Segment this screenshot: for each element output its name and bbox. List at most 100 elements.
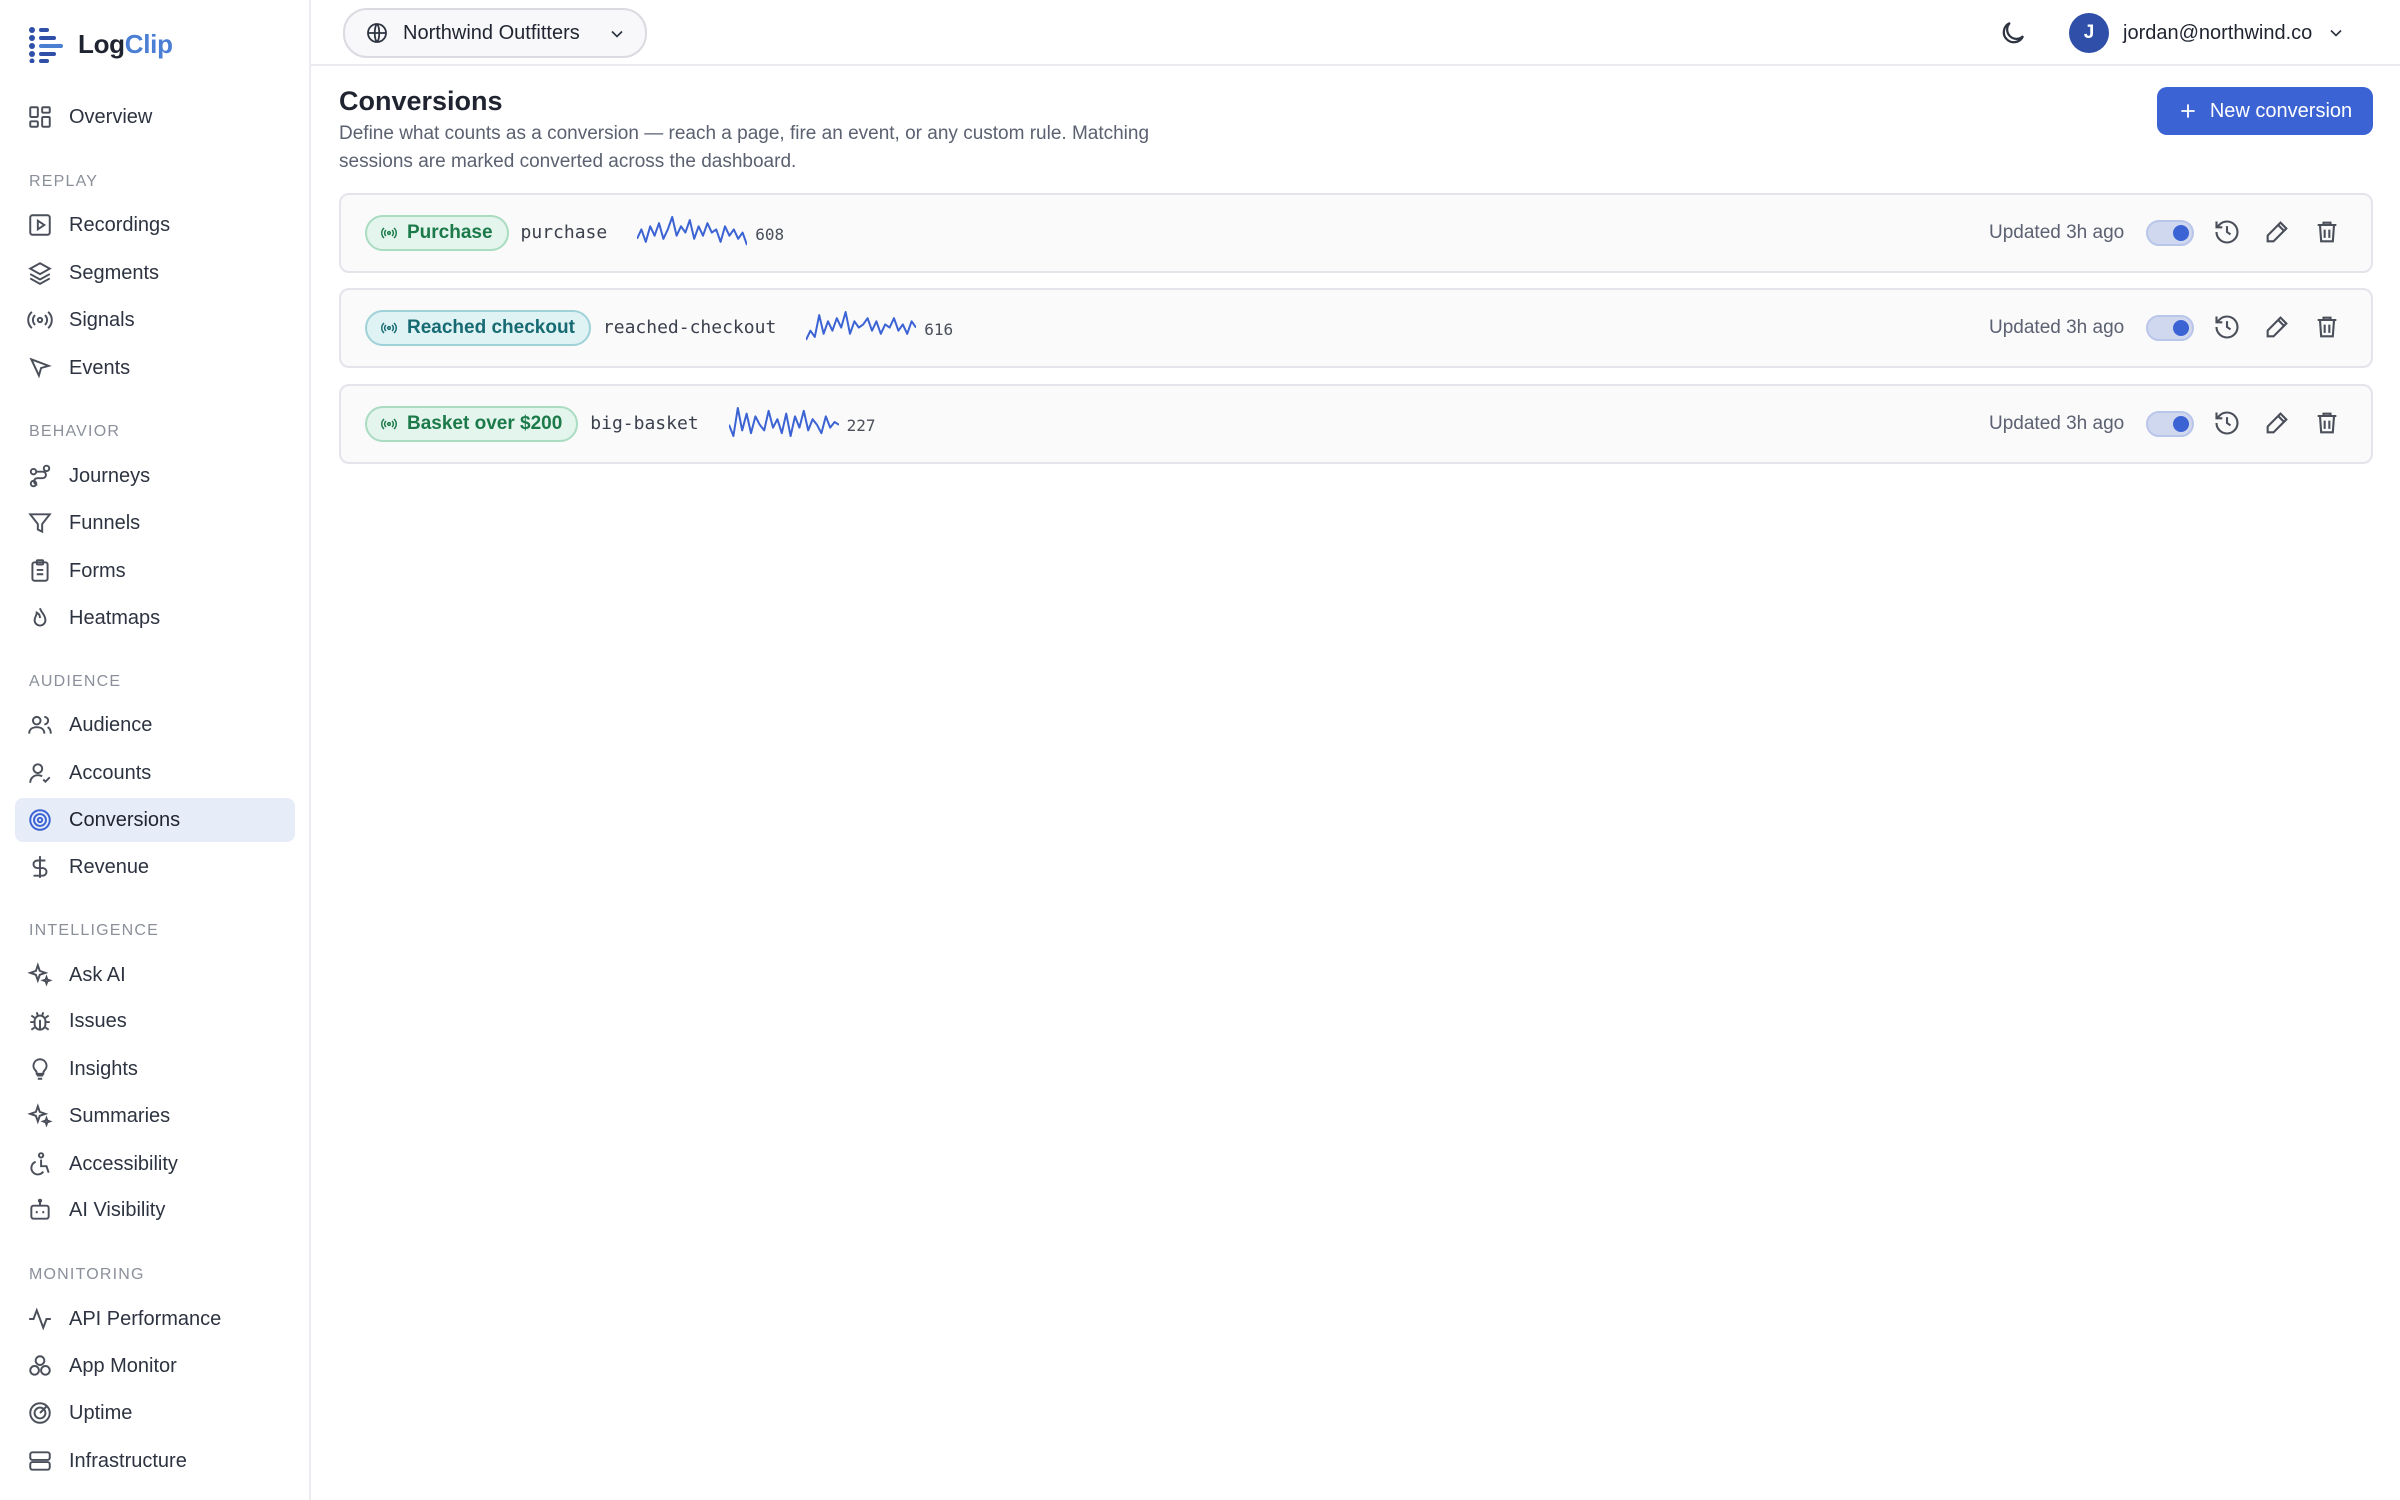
sidebar-item-events[interactable]: Events <box>15 346 295 390</box>
updated-timestamp: Updated 3h ago <box>1989 317 2125 338</box>
nav-section-audience: AUDIENCE <box>29 673 122 690</box>
trash-icon[interactable] <box>2313 409 2341 437</box>
pencil-icon[interactable] <box>2263 409 2291 437</box>
toggle-knob <box>2173 225 2189 241</box>
flame-icon <box>33 607 47 627</box>
cursor-click-icon <box>29 357 52 379</box>
sidebar-item-label: Issues <box>69 1009 127 1032</box>
sparkline-series <box>637 216 748 246</box>
sidebar-item-funnels[interactable]: Funnels <box>15 501 295 545</box>
sidebar-item-label: Infrastructure <box>69 1449 187 1472</box>
sidebar-item-infrastructure[interactable]: Infrastructure <box>15 1439 295 1483</box>
sidebar: LogClip Overview REPLAY Recordings Segme… <box>0 0 311 1500</box>
conversion-slug: reached-checkout <box>602 317 777 338</box>
nav-section-intelligence: INTELLIGENCE <box>29 922 159 939</box>
sidebar-item-label: Ask AI <box>69 963 126 986</box>
pencil-icon[interactable] <box>2263 313 2291 341</box>
accessibility-icon <box>30 1152 50 1176</box>
conversion-slug: big-basket <box>590 413 699 434</box>
conversion-count: 616 <box>924 320 954 339</box>
sidebar-item-accessibility[interactable]: Accessibility <box>15 1142 295 1186</box>
sidebar-item-label: Journeys <box>69 464 151 487</box>
radio-signal-icon <box>381 227 397 239</box>
sidebar-item-insights[interactable]: Insights <box>15 1047 295 1091</box>
sidebar-item-label: Conversions <box>69 808 181 831</box>
logo-icon <box>29 27 63 63</box>
sidebar-item-api-performance[interactable]: API Performance <box>15 1297 295 1341</box>
user-email: jordan@northwind.co <box>2123 21 2313 44</box>
new-conversion-label: New conversion <box>2209 99 2353 122</box>
enabled-toggle[interactable] <box>2146 315 2194 341</box>
sidebar-item-label: Events <box>69 356 131 379</box>
users-icon <box>28 715 52 734</box>
trash-icon[interactable] <box>2313 313 2341 341</box>
sidebar-item-label: Accounts <box>69 761 152 784</box>
sidebar-item-issues[interactable]: Issues <box>15 999 295 1043</box>
dollar-icon <box>32 856 48 878</box>
conversion-slug: purchase <box>520 222 608 243</box>
sidebar-item-forms[interactable]: Forms <box>15 549 295 593</box>
updated-timestamp: Updated 3h ago <box>1989 222 2125 243</box>
sidebar-item-ask-ai[interactable]: Ask AI <box>15 953 295 997</box>
sparkline-series <box>806 311 917 341</box>
sidebar-item-overview[interactable]: Overview <box>15 95 295 139</box>
sidebar-item-segments[interactable]: Segments <box>15 251 295 295</box>
conversion-name-badge: Basket over $200 <box>365 406 579 442</box>
bot-icon <box>30 1198 50 1220</box>
sidebar-item-summaries[interactable]: Summaries <box>15 1094 295 1138</box>
play-square-icon <box>29 214 51 236</box>
server-icon <box>29 1451 51 1471</box>
sidebar-item-label: Overview <box>69 105 153 128</box>
sidebar-item-recordings[interactable]: Recordings <box>15 203 295 247</box>
sparkline-series <box>728 407 839 437</box>
sidebar-item-ai-visibility[interactable]: AI Visibility <box>15 1188 295 1232</box>
sidebar-item-conversions[interactable]: Conversions <box>15 798 295 842</box>
sidebar-item-label: API Performance <box>69 1307 222 1330</box>
new-conversion-button[interactable]: New conversion <box>2157 87 2373 135</box>
conversion-count: 227 <box>846 416 876 435</box>
sidebar-item-journeys[interactable]: Journeys <box>15 454 295 498</box>
sidebar-item-signals[interactable]: Signals <box>15 298 295 342</box>
sidebar-item-revenue[interactable]: Revenue <box>15 845 295 889</box>
trash-icon[interactable] <box>2313 218 2341 246</box>
sidebar-item-uptime[interactable]: Uptime <box>15 1391 295 1435</box>
sidebar-item-label: Forms <box>69 559 126 582</box>
radio-signal-icon <box>381 322 397 334</box>
app-logo[interactable]: LogClip <box>28 24 173 64</box>
boxes-icon <box>29 1355 51 1376</box>
pencil-icon[interactable] <box>2263 218 2291 246</box>
sidebar-item-accounts[interactable]: Accounts <box>15 751 295 795</box>
conversion-name-badge: Purchase <box>365 215 509 251</box>
enabled-toggle[interactable] <box>2146 411 2194 437</box>
user-menu[interactable]: J jordan@northwind.co <box>2069 12 2346 54</box>
conversion-sparkline <box>806 311 917 341</box>
filter-icon <box>28 513 52 534</box>
moon-icon[interactable] <box>1998 18 2028 48</box>
sidebar-item-label: Funnels <box>69 511 141 534</box>
conversion-row[interactable]: Reached checkout reached-checkout 616 Updat… <box>339 288 2373 368</box>
top-bar: Northwind Outfitters J jordan@northwind.… <box>311 0 2400 66</box>
history-icon[interactable] <box>2213 313 2241 341</box>
chevron-down-icon <box>2330 29 2342 37</box>
radio-signal-icon <box>381 418 397 430</box>
sidebar-item-app-monitor[interactable]: App Monitor <box>15 1344 295 1388</box>
history-icon[interactable] <box>2213 409 2241 437</box>
conversion-name: Purchase <box>407 222 493 243</box>
conversion-row[interactable]: Purchase purchase 608 Updated 3h ago <box>339 193 2373 273</box>
sidebar-item-label: Accessibility <box>69 1152 178 1175</box>
sidebar-item-label: Segments <box>69 261 160 284</box>
layout-grid-icon <box>29 106 51 128</box>
enabled-toggle[interactable] <box>2146 220 2194 246</box>
activity-icon <box>29 1307 51 1331</box>
globe-icon <box>367 23 387 43</box>
avatar: J <box>2069 13 2109 53</box>
history-icon[interactable] <box>2213 218 2241 246</box>
sidebar-item-audience[interactable]: Audience <box>15 703 295 747</box>
workspace-selector[interactable]: Northwind Outfitters <box>343 8 647 58</box>
conversion-row[interactable]: Basket over $200 big-basket 227 Updated 3h … <box>339 384 2373 464</box>
sidebar-item-label: Revenue <box>69 855 150 878</box>
app-name: LogClip <box>78 28 173 59</box>
sidebar-item-heatmaps[interactable]: Heatmaps <box>15 596 295 640</box>
sidebar-item-label: Insights <box>69 1057 138 1080</box>
sidebar-item-label: App Monitor <box>69 1354 177 1377</box>
